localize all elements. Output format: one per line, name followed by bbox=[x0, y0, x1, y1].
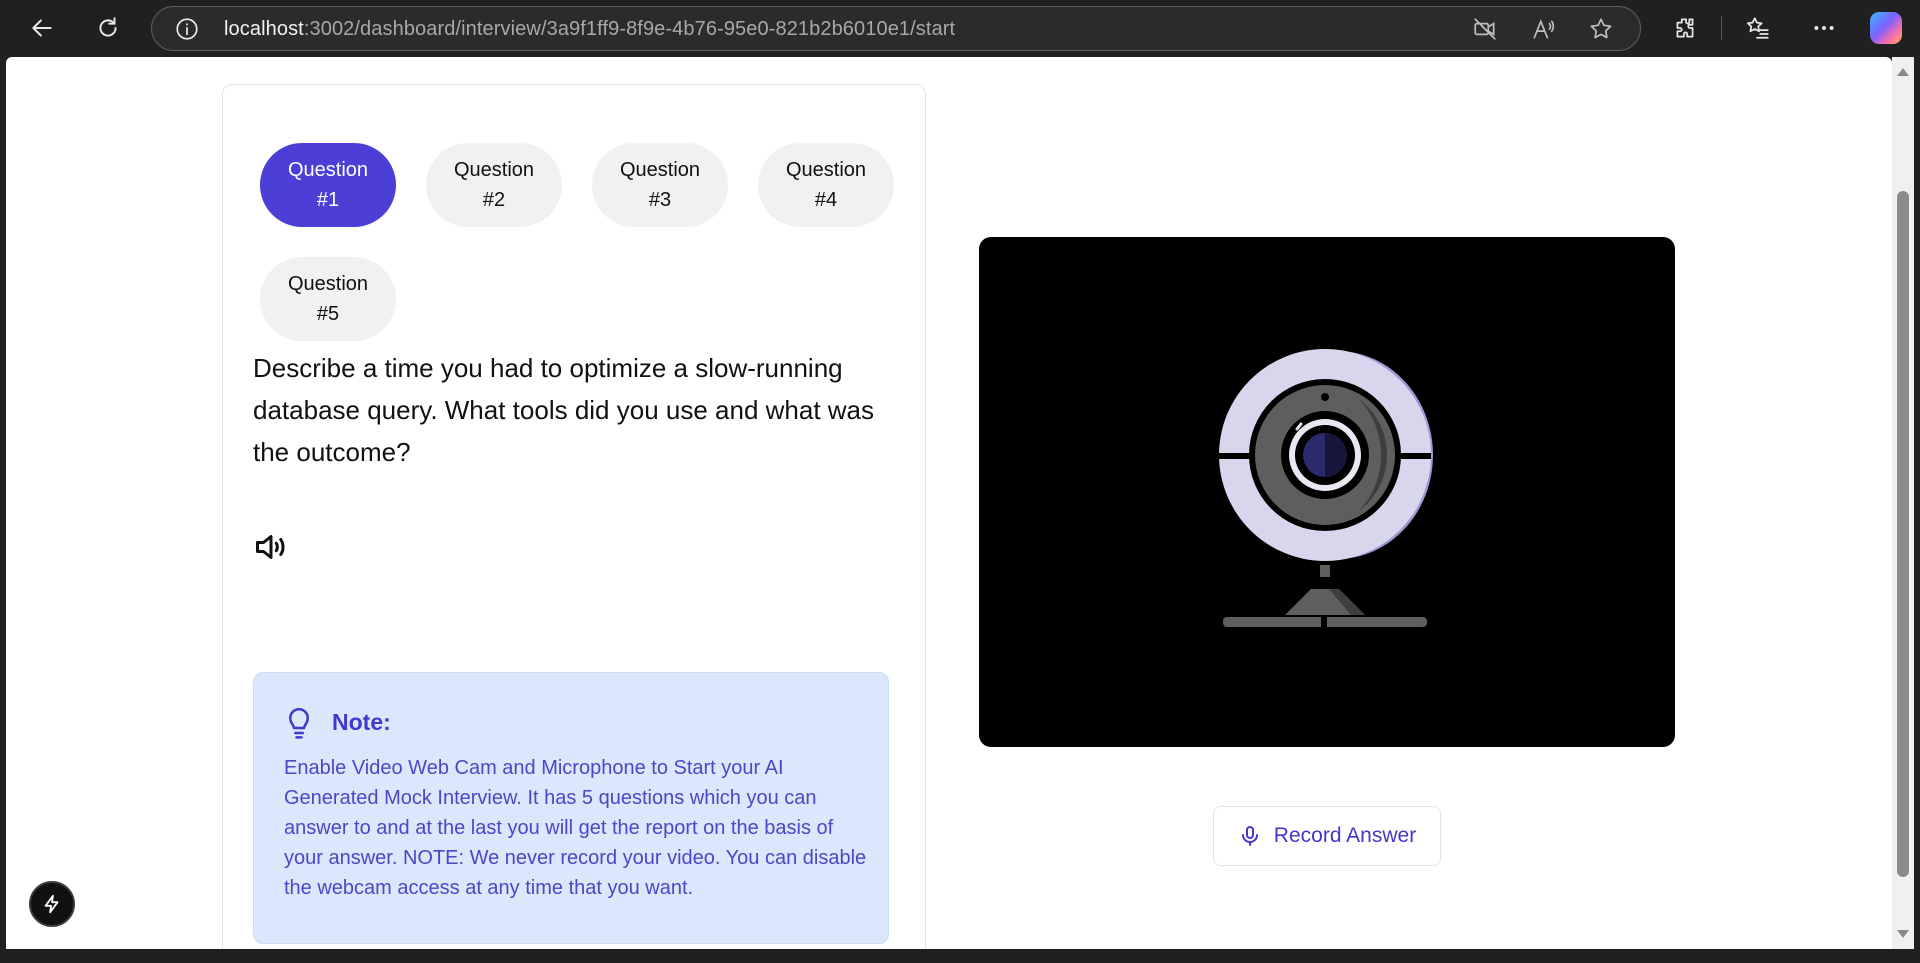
more-icon[interactable] bbox=[1808, 12, 1840, 44]
question-text: Describe a time you had to optimize a sl… bbox=[253, 353, 875, 467]
note-box: Note: Enable Video Web Cam and Microphon… bbox=[253, 672, 889, 944]
read-aloud-icon[interactable] bbox=[1530, 16, 1556, 42]
question-card: Question #1 Question #2 Question #3 Questio… bbox=[222, 84, 926, 949]
lightbulb-icon bbox=[289, 708, 309, 739]
question-tab-2[interactable]: Question #2 bbox=[426, 143, 562, 227]
question-tab-4[interactable]: Question #4 bbox=[758, 143, 894, 227]
back-icon[interactable] bbox=[26, 12, 58, 44]
webcam-placeholder bbox=[979, 237, 1675, 747]
camera-off-icon[interactable] bbox=[1472, 16, 1498, 42]
address-bar[interactable]: localhost:3002/dashboard/interview/3a9f1… bbox=[151, 6, 1641, 51]
favorite-star-icon[interactable] bbox=[1588, 16, 1614, 42]
question-tab-1[interactable]: Question #1 bbox=[260, 143, 396, 227]
scrollbar-thumb[interactable] bbox=[1897, 191, 1909, 877]
speaker-icon[interactable] bbox=[253, 529, 289, 565]
question-tab-5[interactable]: Question #5 bbox=[260, 257, 396, 341]
extensions-icon[interactable] bbox=[1669, 12, 1701, 44]
copilot-icon[interactable] bbox=[1870, 12, 1902, 44]
dev-tools-lightning-icon[interactable] bbox=[29, 881, 75, 927]
note-title: Note: bbox=[332, 709, 391, 735]
info-icon[interactable] bbox=[174, 16, 200, 42]
browser-toolbar: localhost:3002/dashboard/interview/3a9f1… bbox=[0, 0, 1920, 56]
page-scrollbar[interactable] bbox=[1892, 57, 1914, 949]
note-body: Enable Video Web Cam and Microphone to S… bbox=[284, 757, 867, 899]
microphone-icon bbox=[1241, 826, 1258, 846]
page-viewport: Question #1 Question #2 Question #3 Questio… bbox=[6, 57, 1892, 949]
record-answer-button[interactable]: Record Answer bbox=[1213, 806, 1441, 866]
scroll-down-arrow-icon[interactable] bbox=[1897, 930, 1909, 938]
webcam-icon bbox=[1219, 349, 1433, 627]
record-answer-label: Record Answer bbox=[1273, 824, 1417, 847]
refresh-icon[interactable] bbox=[92, 12, 124, 44]
url-text[interactable]: localhost:3002/dashboard/interview/3a9f1… bbox=[224, 18, 955, 41]
question-tab-3[interactable]: Question #3 bbox=[592, 143, 728, 227]
toolbar-separator bbox=[1721, 16, 1722, 40]
favorites-list-icon[interactable] bbox=[1742, 12, 1774, 44]
scroll-up-arrow-icon[interactable] bbox=[1897, 68, 1909, 76]
